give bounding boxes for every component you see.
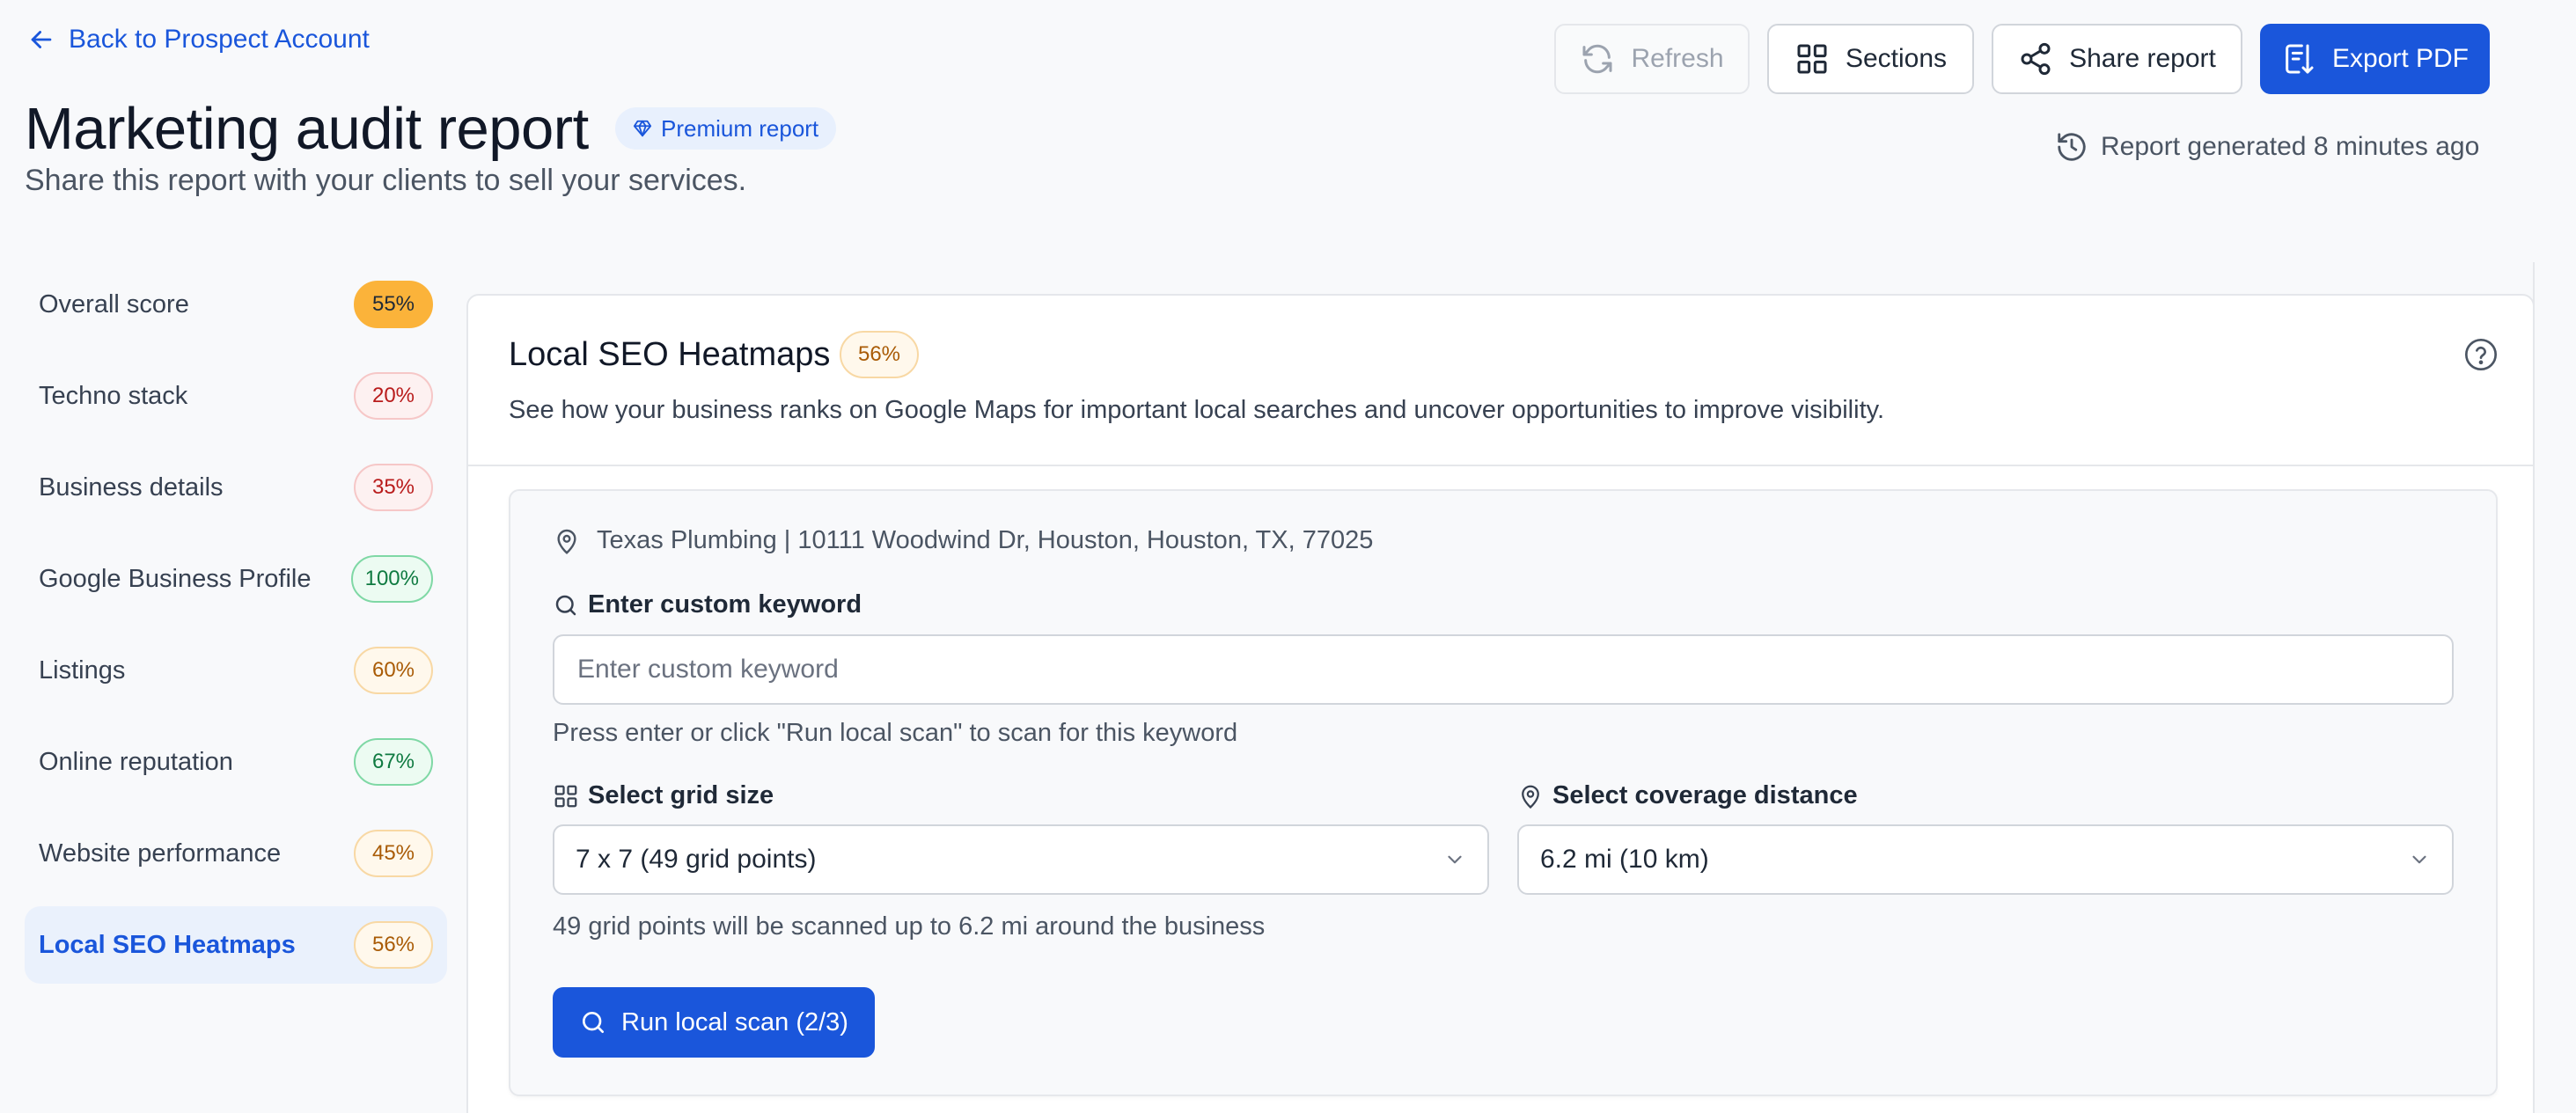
score-badge: 55% bbox=[354, 281, 433, 328]
grid-icon bbox=[554, 785, 577, 807]
sidebar-item-listings[interactable]: Listings 60% bbox=[25, 632, 447, 709]
keyword-label: Enter custom keyword bbox=[553, 590, 862, 619]
report-generated-status: Report generated 8 minutes ago bbox=[2055, 130, 2479, 164]
back-to-prospect-link[interactable]: Back to Prospect Account bbox=[26, 25, 370, 55]
sidebar-item-business-details[interactable]: Business details 35% bbox=[25, 449, 447, 526]
refresh-icon bbox=[1582, 44, 1612, 74]
search-icon bbox=[583, 1012, 605, 1033]
refresh-button[interactable]: Refresh bbox=[1554, 24, 1750, 94]
coverage-distance-label-text: Select coverage distance bbox=[1552, 781, 1858, 809]
grid-size-label: Select grid size bbox=[553, 781, 774, 810]
page-title: Marketing audit report bbox=[25, 96, 589, 162]
sidebar-item-label: Google Business Profile bbox=[39, 564, 312, 593]
sidebar-item-local-seo-heatmaps[interactable]: Local SEO Heatmaps 56% bbox=[25, 906, 447, 984]
score-badge: 60% bbox=[354, 647, 433, 694]
sidebar-item-label: Listings bbox=[39, 655, 126, 685]
back-link-label: Back to Prospect Account bbox=[69, 25, 370, 54]
sidebar-item-overall-score[interactable]: Overall score 55% bbox=[25, 266, 447, 343]
refresh-label: Refresh bbox=[1631, 44, 1724, 73]
sidebar-item-label: Techno stack bbox=[39, 381, 188, 410]
sidebar-item-label: Business details bbox=[39, 472, 224, 502]
section-title: Local SEO Heatmaps bbox=[509, 336, 831, 373]
content-divider bbox=[2533, 262, 2535, 1113]
custom-keyword-input[interactable] bbox=[553, 634, 2454, 705]
report-generated-text: Report generated 8 minutes ago bbox=[2101, 132, 2480, 161]
sidebar-item-label: Website performance bbox=[39, 838, 282, 868]
file-download-icon bbox=[2286, 44, 2314, 74]
share-report-label: Share report bbox=[2069, 44, 2216, 73]
section-score-badge: 56% bbox=[840, 331, 919, 378]
chevron-down-icon bbox=[2412, 855, 2426, 864]
business-address: Texas Plumbing | 10111 Woodwind Dr, Hous… bbox=[553, 526, 1373, 555]
score-badge: 100% bbox=[350, 555, 433, 603]
score-badge: 67% bbox=[354, 738, 433, 786]
grid-icon bbox=[1797, 44, 1827, 74]
sections-button[interactable]: Sections bbox=[1767, 24, 1974, 94]
keyword-label-text: Enter custom keyword bbox=[588, 590, 862, 619]
keyword-hint: Press enter or click "Run local scan" to… bbox=[553, 719, 1238, 747]
diamond-icon bbox=[633, 120, 652, 137]
map-pin-icon bbox=[557, 529, 576, 554]
run-local-scan-button[interactable]: Run local scan (2/3) bbox=[553, 987, 875, 1058]
coverage-distance-value: 6.2 mi (10 km) bbox=[1540, 845, 1709, 874]
coverage-distance-select[interactable]: 6.2 mi (10 km) bbox=[1517, 824, 2454, 895]
export-pdf-button[interactable]: Export PDF bbox=[2260, 24, 2490, 94]
grid-size-value: 7 x 7 (49 grid points) bbox=[576, 845, 817, 874]
search-icon bbox=[555, 595, 576, 615]
sidebar-item-google-business-profile[interactable]: Google Business Profile 100% bbox=[25, 540, 447, 618]
grid-hint: 49 grid points will be scanned up to 6.2… bbox=[553, 912, 1266, 941]
grid-size-label-text: Select grid size bbox=[588, 781, 774, 809]
sections-label: Sections bbox=[1845, 44, 1948, 73]
section-divider bbox=[468, 465, 2533, 466]
sidebar-item-online-reputation[interactable]: Online reputation 67% bbox=[25, 723, 447, 801]
sidebar-item-techno-stack[interactable]: Techno stack 20% bbox=[25, 357, 447, 435]
business-address-text: Texas Plumbing | 10111 Woodwind Dr, Hous… bbox=[597, 526, 1374, 554]
share-report-button[interactable]: Share report bbox=[1992, 24, 2242, 94]
share-icon bbox=[2021, 42, 2051, 76]
arrow-left-icon bbox=[31, 31, 52, 48]
report-sidebar: Overall score 55% Techno stack 20% Busin… bbox=[25, 266, 447, 998]
page-subtitle: Share this report with your clients to s… bbox=[25, 164, 747, 197]
history-icon bbox=[2058, 133, 2086, 161]
section-description: See how your business ranks on Google Ma… bbox=[509, 396, 1885, 424]
sidebar-item-label: Local SEO Heatmaps bbox=[39, 930, 296, 959]
sidebar-item-label: Online reputation bbox=[39, 747, 233, 776]
score-badge: 45% bbox=[354, 830, 433, 877]
export-pdf-label: Export PDF bbox=[2331, 44, 2470, 73]
score-badge: 20% bbox=[354, 372, 433, 420]
premium-badge-label: Premium report bbox=[661, 114, 819, 142]
help-icon[interactable] bbox=[2463, 337, 2499, 372]
run-local-scan-label: Run local scan (2/3) bbox=[621, 1007, 848, 1036]
score-badge: 56% bbox=[354, 921, 433, 969]
score-badge: 35% bbox=[354, 464, 433, 511]
chevron-down-icon bbox=[1448, 855, 1462, 864]
coverage-distance-label: Select coverage distance bbox=[1517, 781, 1858, 810]
sidebar-item-website-performance[interactable]: Website performance 45% bbox=[25, 815, 447, 892]
grid-size-select[interactable]: 7 x 7 (49 grid points) bbox=[553, 824, 1489, 895]
sidebar-item-label: Overall score bbox=[39, 289, 189, 319]
map-pin-icon bbox=[1522, 785, 1539, 809]
premium-badge: Premium report bbox=[615, 107, 837, 150]
